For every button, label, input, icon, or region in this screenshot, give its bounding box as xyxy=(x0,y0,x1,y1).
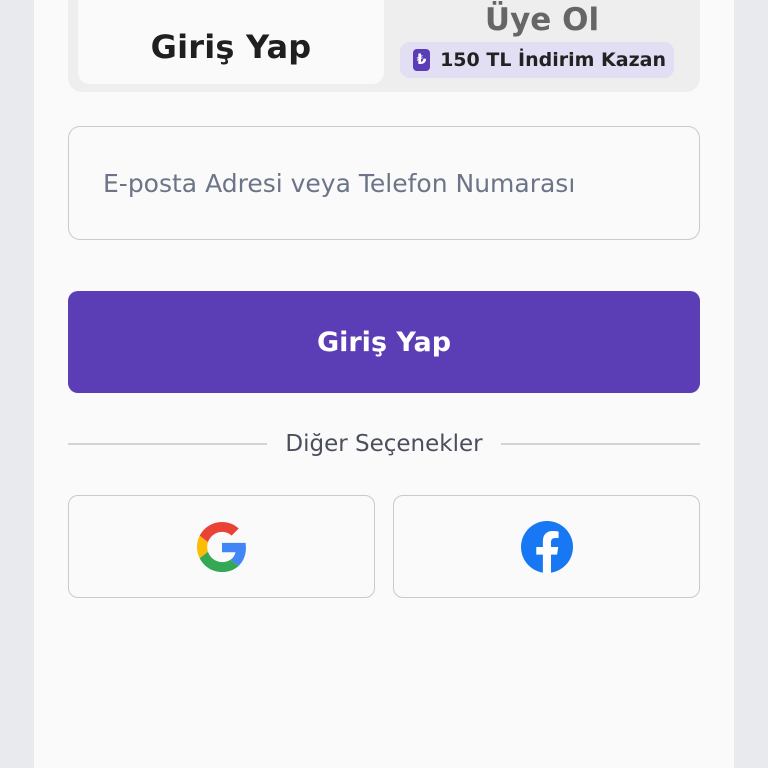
tab-login[interactable]: Giriş Yap xyxy=(78,0,384,84)
divider-line-right xyxy=(500,443,700,445)
divider-line-left xyxy=(68,443,268,445)
auth-tabs: Giriş Yap Üye Ol ₺ 150 TL İndirim Kazan xyxy=(68,0,700,92)
facebook-login-button[interactable] xyxy=(393,495,700,598)
google-icon xyxy=(196,521,246,572)
divider-text: Diğer Seçenekler xyxy=(285,431,483,457)
tab-signup-label: Üye Ol xyxy=(484,2,600,38)
email-or-phone-input[interactable] xyxy=(68,126,700,240)
promo-text: 150 TL İndirim Kazan xyxy=(440,49,666,71)
tab-signup[interactable]: Üye Ol ₺ 150 TL İndirim Kazan xyxy=(384,0,700,92)
promo-badge[interactable]: ₺ 150 TL İndirim Kazan xyxy=(400,42,674,78)
login-button[interactable]: Giriş Yap xyxy=(68,291,700,393)
tab-login-label: Giriş Yap xyxy=(150,28,312,66)
other-options-divider: Diğer Seçenekler xyxy=(68,426,700,462)
lira-icon: ₺ xyxy=(413,49,431,71)
facebook-icon xyxy=(520,520,573,573)
google-login-button[interactable] xyxy=(68,495,375,598)
